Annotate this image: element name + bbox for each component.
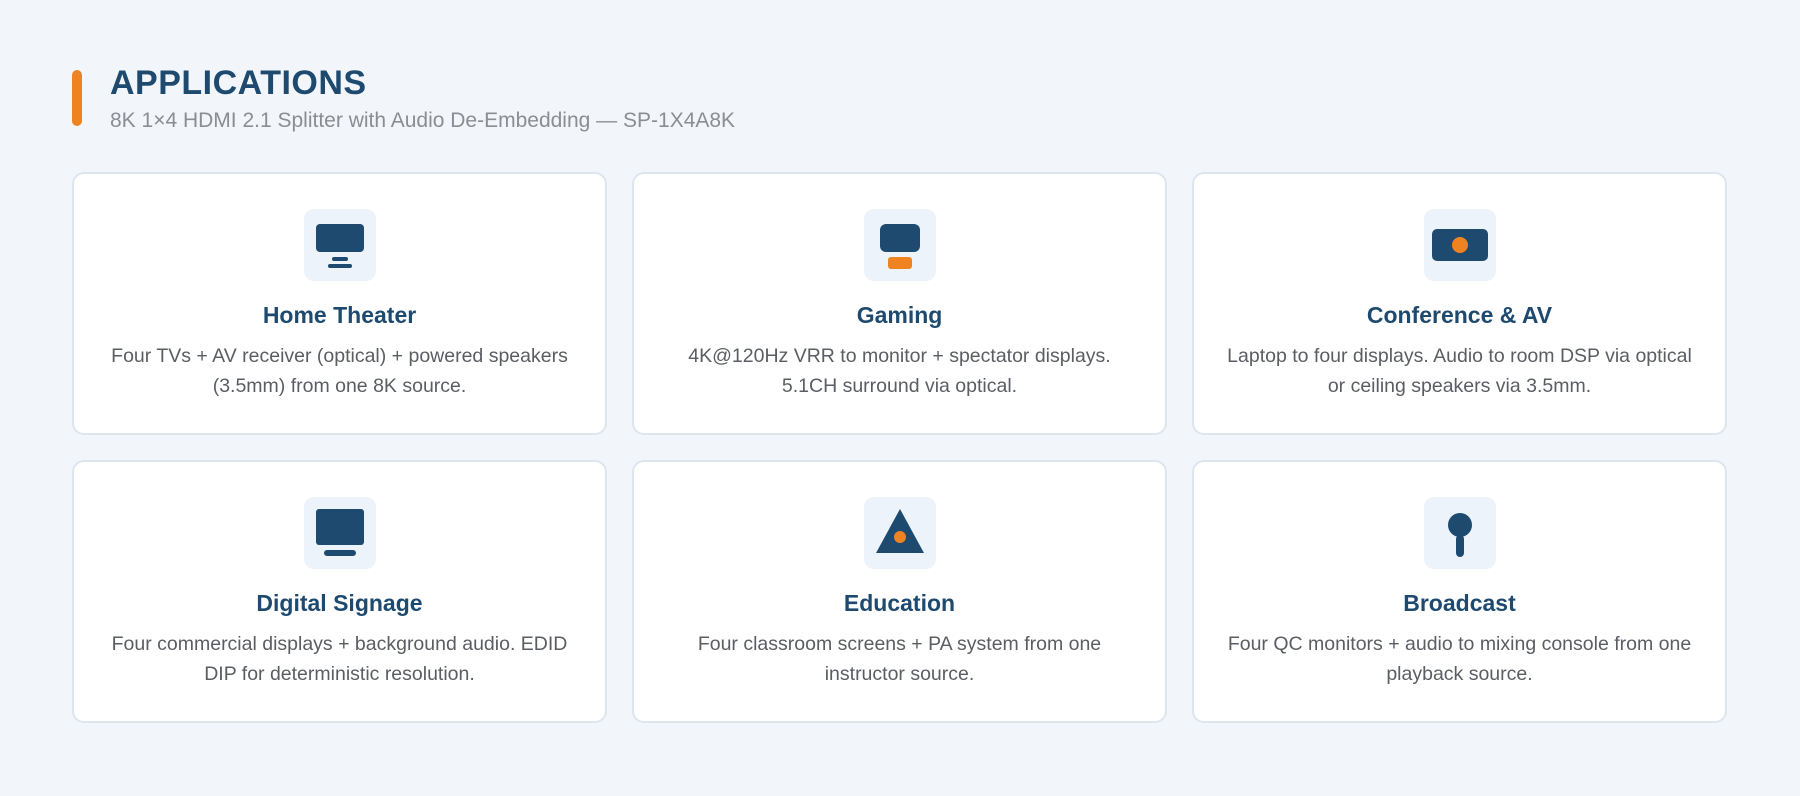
icon-tile (303, 209, 376, 281)
card-conference-av: Conference & AV Laptop to four displays.… (1192, 172, 1727, 435)
applications-grid: Home Theater Four TVs + AV receiver (opt… (72, 172, 1727, 723)
page-title: APPLICATIONS (110, 64, 367, 102)
card-broadcast: Broadcast Four QC monitors + audio to mi… (1192, 460, 1727, 723)
icon-tile (303, 497, 376, 569)
applications-page: APPLICATIONS 8K 1×4 HDMI 2.1 Splitter wi… (0, 0, 1800, 796)
microphone-icon (1447, 513, 1472, 557)
triangle-icon (875, 509, 924, 553)
monitor-stand-icon (315, 224, 364, 268)
card-description: Four commercial displays + background au… (111, 633, 568, 685)
icon-tile (863, 497, 936, 569)
card-title: Gaming (856, 302, 943, 328)
card-description: Four TVs + AV receiver (optical) + power… (111, 345, 568, 397)
card-description: 4K@120Hz VRR to monitor + spectator disp… (688, 345, 1111, 397)
card-description: Laptop to four displays. Audio to room D… (1227, 345, 1692, 397)
projector-icon (1431, 229, 1488, 261)
card-title: Education (843, 590, 956, 616)
icon-tile (863, 209, 936, 281)
game-controller-icon (879, 224, 920, 269)
header-text: APPLICATIONS 8K 1×4 HDMI 2.1 Splitter wi… (110, 64, 735, 134)
card-education: Education Four classroom screens + PA sy… (632, 460, 1167, 723)
page-subtitle: 8K 1×4 HDMI 2.1 Splitter with Audio De-E… (110, 109, 736, 132)
section-header: APPLICATIONS 8K 1×4 HDMI 2.1 Splitter wi… (72, 64, 735, 134)
card-title: Home Theater (262, 302, 417, 328)
card-home-theater: Home Theater Four TVs + AV receiver (opt… (72, 172, 607, 435)
card-description: Four QC monitors + audio to mixing conso… (1227, 633, 1692, 685)
card-gaming: Gaming 4K@120Hz VRR to monitor + spectat… (632, 172, 1167, 435)
card-title: Broadcast (1403, 590, 1516, 616)
accent-bar (72, 70, 82, 126)
card-title: Digital Signage (256, 590, 423, 616)
display-icon (315, 509, 364, 556)
card-description: Four classroom screens + PA system from … (697, 633, 1102, 685)
icon-tile (1423, 497, 1496, 569)
icon-tile (1423, 209, 1496, 281)
card-digital-signage: Digital Signage Four commercial displays… (72, 460, 607, 723)
card-title: Conference & AV (1366, 302, 1553, 328)
